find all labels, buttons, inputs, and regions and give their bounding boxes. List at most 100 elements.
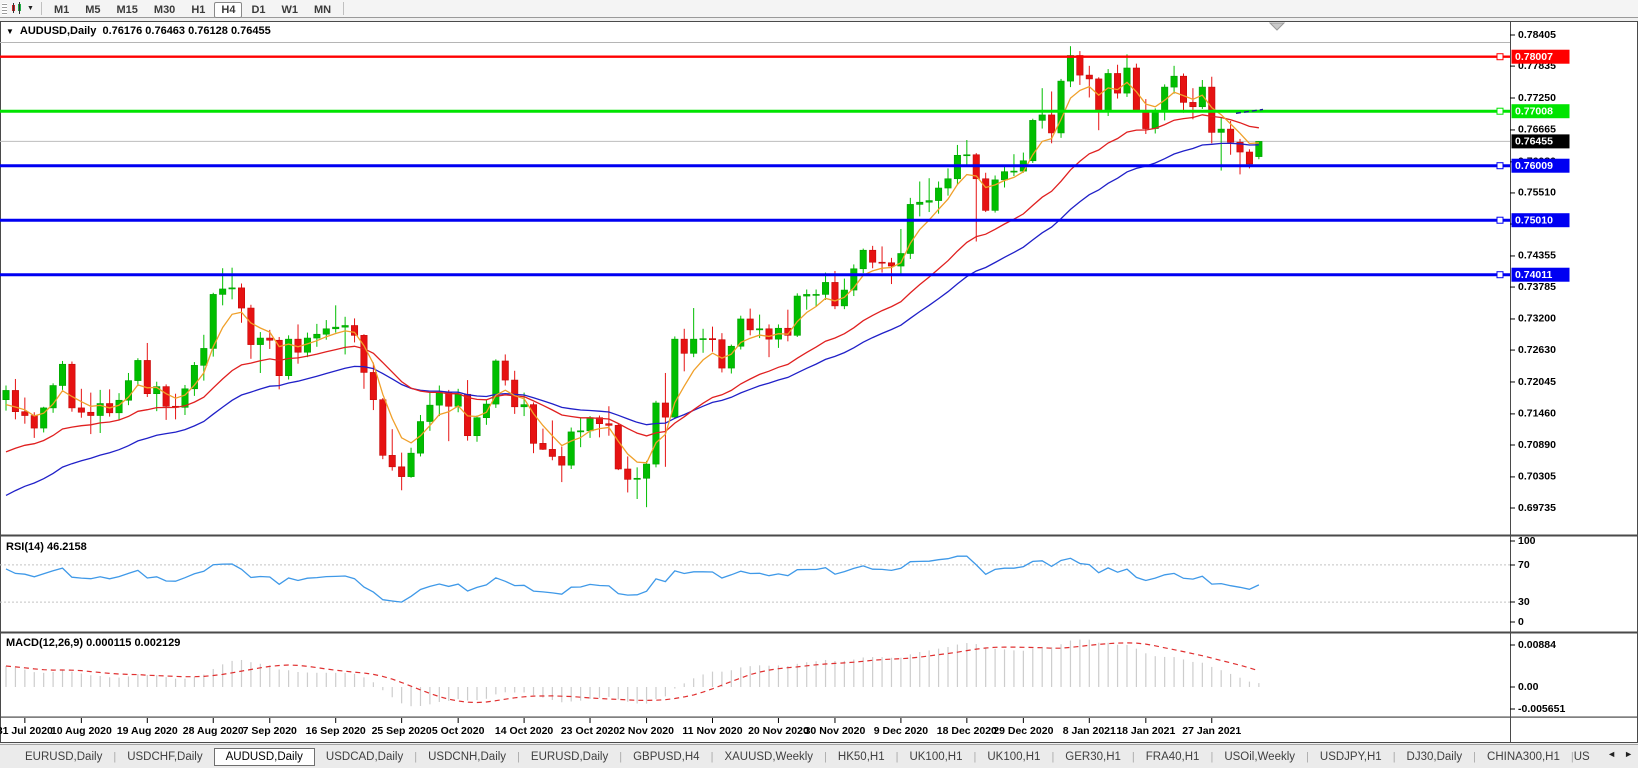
macd-bar	[627, 687, 628, 702]
timeframe-button-m30[interactable]: M30	[147, 2, 182, 18]
timeframe-button-m1[interactable]: M1	[47, 2, 76, 18]
macd-bar	[1211, 667, 1212, 687]
date-tick-label: 16 Sep 2020	[306, 725, 366, 737]
candle-bear	[1086, 75, 1092, 79]
chart-title-collapse-icon[interactable]: ▼	[6, 27, 14, 36]
timeframe-button-h1[interactable]: H1	[184, 2, 212, 18]
macd-bar	[571, 687, 572, 702]
level-line-handle[interactable]	[1497, 272, 1503, 278]
candle-bull	[483, 404, 489, 418]
macd-bar	[1249, 682, 1250, 687]
candle-bull	[804, 294, 810, 296]
rsi-scale-label: 100	[1518, 535, 1536, 547]
macd-main-value: 0.000115	[86, 637, 131, 649]
level-line-handle[interactable]	[1497, 163, 1503, 169]
price-badge-level-text: 0.75010	[1515, 214, 1553, 226]
pane-separator-main-rsi[interactable]	[0, 535, 1638, 537]
tab-scroll-left-button[interactable]: ◄	[1603, 746, 1620, 762]
chart-tab-gbpusd-h4[interactable]: GBPUSD,H4	[622, 748, 710, 766]
chart-tab-uk100-h1[interactable]: UK100,H1	[976, 748, 1051, 766]
chart-tab-china300-h1[interactable]: CHINA300,H1	[1476, 748, 1571, 766]
macd-bar	[618, 687, 619, 699]
candle-bull	[342, 326, 348, 328]
chart-tab-eurusd-daily[interactable]: EURUSD,Daily	[14, 748, 113, 766]
macd-bar	[1108, 643, 1109, 687]
chart-tab-usdchf-daily[interactable]: USDCHF,Daily	[116, 748, 213, 766]
timeframe-button-m15[interactable]: M15	[110, 2, 145, 18]
candle-bear	[559, 456, 565, 465]
chart-tab-usdcnh-daily[interactable]: USDCNH,Daily	[417, 748, 517, 766]
chart-tab-xauusd-weekly[interactable]: XAUUSD,Weekly	[713, 748, 824, 766]
macd-bar	[269, 665, 270, 687]
candle-bull	[756, 329, 762, 330]
chart-tab-usdcad-daily[interactable]: USDCAD,Daily	[315, 748, 414, 766]
chart-tab-usdjpy-h1[interactable]: USDJPY,H1	[1309, 748, 1393, 766]
timeframe-button-h4[interactable]: H4	[214, 2, 242, 18]
candle-bull	[935, 188, 941, 201]
candle-bull	[257, 338, 263, 345]
trading-terminal-window: ▼ M1M5M15M30H1H4D1W1MN 0.784050.778350.7…	[0, 0, 1638, 768]
toolbar-grip[interactable]	[2, 3, 7, 15]
macd-bar	[1070, 641, 1071, 687]
chart-tab-fra40-h1[interactable]: FRA40,H1	[1135, 748, 1211, 766]
macd-bar	[24, 670, 25, 687]
timeframe-button-m5[interactable]: M5	[78, 2, 107, 18]
rsi-scale-label: 70	[1518, 559, 1530, 571]
chart-cursor-icon[interactable]	[10, 2, 26, 15]
chart-tab-dj30-daily[interactable]: DJ30,Daily	[1396, 748, 1474, 766]
macd-bar	[533, 687, 534, 695]
macd-bar	[231, 661, 232, 687]
macd-bar	[175, 679, 176, 687]
price-tick-label: 0.75510	[1518, 187, 1556, 199]
macd-bar	[768, 666, 769, 687]
candle-bear	[879, 262, 885, 263]
chart-tab-ger30-h1[interactable]: GER30,H1	[1054, 748, 1132, 766]
date-tick-label: 9 Dec 2020	[874, 725, 928, 737]
toolbar-dropdown-caret[interactable]: ▼	[27, 5, 34, 12]
macd-bar	[1239, 678, 1240, 687]
price-tick-label: 0.72630	[1518, 344, 1556, 356]
tab-scroll-right-button[interactable]: ►	[1620, 746, 1637, 762]
date-tick-label: 2 Nov 2020	[619, 725, 674, 737]
rsi-current-value: 46.2158	[47, 541, 87, 553]
macd-bar	[759, 665, 760, 687]
date-tick-label: 23 Oct 2020	[561, 725, 620, 737]
macd-bar	[401, 687, 402, 703]
macd-bar	[1202, 663, 1203, 687]
candle-bull	[690, 339, 696, 353]
candle-bear	[248, 308, 254, 345]
price-tick-label: 0.77250	[1518, 92, 1556, 104]
macd-bar	[467, 687, 468, 701]
macd-bar	[929, 650, 930, 687]
macd-bar	[712, 672, 713, 687]
candle-bear	[1190, 102, 1196, 106]
macd-bar	[580, 687, 581, 701]
chart-window-frame	[1, 22, 1638, 743]
candle-bull	[229, 288, 235, 289]
level-line-handle[interactable]	[1497, 54, 1503, 60]
rsi-scale-label: 0	[1518, 616, 1524, 628]
chart-tab-uk100-h1[interactable]: UK100,H1	[898, 748, 973, 766]
chart-canvas[interactable]: 0.784050.778350.772500.766650.760800.755…	[0, 0, 1638, 768]
pane-separator-rsi-macd[interactable]	[0, 632, 1638, 634]
date-tick-label: 18 Jan 2021	[1116, 725, 1175, 737]
macd-bar	[71, 672, 72, 687]
timeframe-button-d1[interactable]: D1	[244, 2, 272, 18]
candle-bull	[1171, 76, 1177, 87]
price-tick-label: 0.69735	[1518, 502, 1556, 514]
candle-bull	[521, 405, 527, 407]
candle-bear	[549, 449, 555, 456]
chart-tab-hk50-h1[interactable]: HK50,H1	[827, 748, 896, 766]
chart-tab-usoil-weekly[interactable]: USOil,Weekly	[1213, 748, 1306, 766]
level-line-handle[interactable]	[1497, 108, 1503, 114]
chart-tab-overflow[interactable]: US	[1574, 751, 1590, 763]
chart-tab-audusd-daily[interactable]: AUDUSD,Daily	[214, 748, 315, 766]
timeframe-button-w1[interactable]: W1	[275, 2, 306, 18]
price-tick-label: 0.70305	[1518, 471, 1556, 483]
macd-bar	[561, 687, 562, 702]
chart-tab-eurusd-daily[interactable]: EURUSD,Daily	[520, 748, 619, 766]
timeframe-button-mn[interactable]: MN	[307, 2, 338, 18]
macd-bar	[147, 675, 148, 687]
level-line-handle[interactable]	[1497, 217, 1503, 223]
candle-bull	[135, 360, 141, 380]
